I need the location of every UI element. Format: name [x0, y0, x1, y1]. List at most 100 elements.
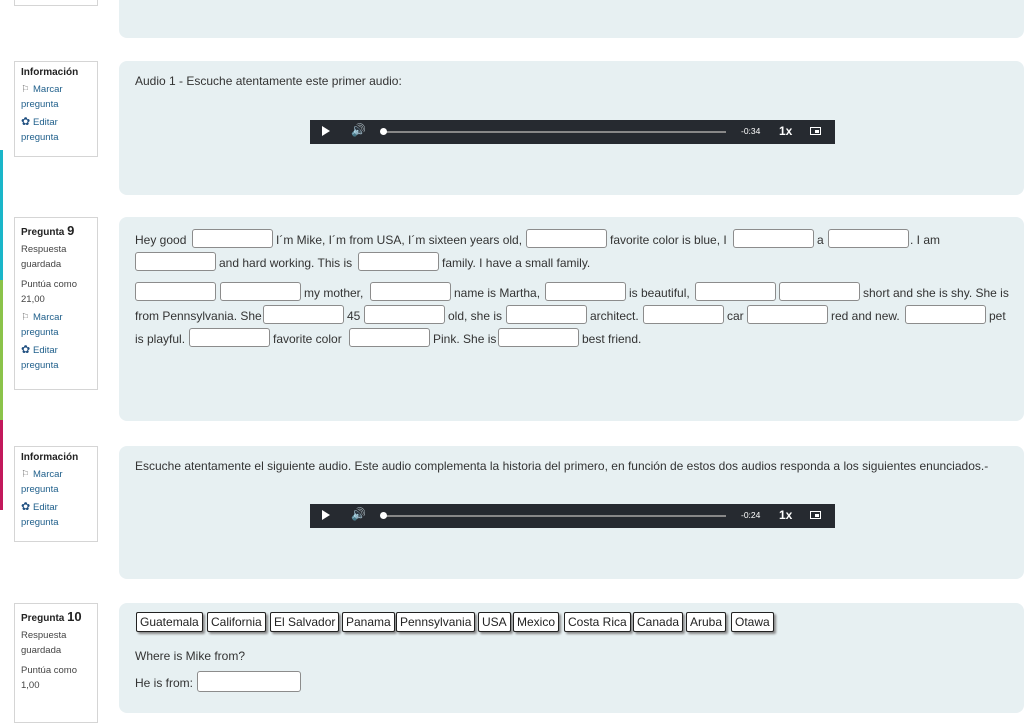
cloze-text: from Pennsylvania. She	[135, 309, 262, 323]
cloze-text: family. I have a small family.	[442, 256, 591, 270]
edit-question-link[interactable]: ✿ Editar pregunta	[21, 115, 91, 145]
cloze-text: name is Martha,	[454, 286, 541, 300]
audio2-text: Escuche atentamente el siguiente audio. …	[135, 459, 989, 473]
question-status: Respuesta guardada	[21, 244, 67, 270]
cloze-text: a	[817, 233, 824, 247]
progress-track[interactable]	[382, 131, 726, 133]
picture-in-picture-icon[interactable]	[810, 127, 821, 135]
flag-question-link[interactable]: ⚐ Marcar pregunta	[21, 310, 91, 340]
question-score: Puntúa como 21,00	[21, 279, 77, 305]
play-icon[interactable]	[322, 510, 330, 520]
gear-icon: ✿	[21, 116, 31, 128]
speed-button[interactable]: 1x	[779, 508, 792, 522]
cloze-blank-17[interactable]	[747, 305, 828, 324]
cloze-blank-6[interactable]	[358, 252, 439, 271]
edit-question-link[interactable]: ✿ Editar pregunta	[21, 500, 91, 530]
cloze-blank-10[interactable]	[545, 282, 626, 301]
cloze-blank-18[interactable]	[905, 305, 986, 324]
edge-accent-cyan	[0, 150, 3, 280]
edge-accent-green	[0, 280, 3, 420]
flag-icon: ⚐	[21, 469, 30, 480]
cloze-text: is beautiful,	[629, 286, 690, 300]
edge-accent-magenta	[0, 420, 3, 510]
cloze-text: car	[727, 309, 744, 323]
progress-track[interactable]	[382, 515, 726, 517]
cloze-blank-9[interactable]	[370, 282, 451, 301]
progress-knob[interactable]	[380, 512, 387, 519]
drag-option[interactable]: Costa Rica	[564, 612, 631, 632]
drag-option[interactable]: USA	[478, 612, 511, 632]
answer-label: He is from:	[135, 676, 194, 690]
cloze-blank-13[interactable]	[263, 305, 344, 324]
cloze-text: Pink. She is	[433, 332, 497, 346]
flag-question-link[interactable]: ⚐ Marcar pregunta	[21, 467, 91, 497]
flag-question-link[interactable]: ⚐ Marcar pregunta	[21, 82, 91, 112]
cloze-text: favorite color is blue, I	[610, 233, 727, 247]
question-title: Pregunta 9	[21, 223, 75, 238]
cloze-text: I´m Mike, I´m from USA, I´m sixteen year…	[276, 233, 523, 247]
cloze-blank-8[interactable]	[220, 282, 301, 301]
audio-player-1[interactable]: 🔊 -0:34 1x	[310, 120, 835, 144]
question-title: Pregunta 10	[21, 609, 82, 624]
cloze-blank-16[interactable]	[643, 305, 724, 324]
drag-option[interactable]: Panama	[342, 612, 395, 632]
volume-icon[interactable]: 🔊	[351, 123, 366, 137]
drag-option[interactable]: Pennsylvania	[396, 612, 476, 632]
cloze-text: architect.	[590, 309, 639, 323]
cloze-text: 45	[347, 309, 361, 323]
cloze-blank-11[interactable]	[695, 282, 776, 301]
cloze-blank-15[interactable]	[506, 305, 587, 324]
cloze-blank-2[interactable]	[526, 229, 607, 248]
cloze-text: Hey good	[135, 233, 187, 247]
cloze-text: pet	[989, 309, 1006, 323]
answer-drop-zone[interactable]	[197, 671, 301, 692]
cloze-blank-3[interactable]	[733, 229, 814, 248]
drag-option[interactable]: Mexico	[513, 612, 560, 632]
info-title: Información	[21, 67, 79, 78]
edit-question-link[interactable]: ✿ Editar pregunta	[21, 343, 91, 373]
flag-icon: ⚐	[21, 84, 30, 95]
drag-option[interactable]: Canada	[633, 612, 684, 632]
info-title: Información	[21, 452, 79, 463]
volume-icon[interactable]: 🔊	[351, 507, 366, 521]
gear-icon: ✿	[21, 501, 31, 513]
cloze-blank-12[interactable]	[779, 282, 860, 301]
cloze-text: . I am	[910, 233, 941, 247]
info-sidebar-2: Información ⚐ Marcar pregunta ✿ Editar pre…	[14, 446, 98, 542]
drag-option[interactable]: El Salvador	[270, 612, 340, 632]
remaining-time: -0:34	[741, 126, 761, 136]
cloze-text: favorite color	[273, 332, 342, 346]
picture-in-picture-icon[interactable]	[810, 511, 821, 519]
drag-option[interactable]: Guatemala	[136, 612, 203, 632]
cloze-text: red and new.	[831, 309, 900, 323]
question-score: Puntúa como 1,00	[21, 665, 77, 691]
flag-icon: ⚐	[21, 312, 30, 323]
play-icon[interactable]	[322, 126, 330, 136]
question-status: Respuesta guardada	[21, 630, 67, 656]
cloze-blank-1[interactable]	[192, 229, 273, 248]
cloze-text: best friend.	[582, 332, 642, 346]
drag-option[interactable]: Otawa	[731, 612, 774, 632]
cloze-blank-20[interactable]	[349, 328, 430, 347]
cloze-blank-14[interactable]	[364, 305, 445, 324]
previous-panel	[119, 0, 1024, 38]
speed-button[interactable]: 1x	[779, 124, 792, 138]
cloze-blank-19[interactable]	[189, 328, 270, 347]
audio1-text: Audio 1 - Escuche atentamente este prime…	[135, 74, 402, 88]
cloze-text: is playful.	[135, 332, 186, 346]
drag-option[interactable]: Aruba	[686, 612, 727, 632]
cloze-text: short and she is shy. She is	[863, 286, 1009, 300]
audio-player-2[interactable]: 🔊 -0:24 1x	[310, 504, 835, 528]
cloze-text: old, she is	[448, 309, 503, 323]
cloze-blank-5[interactable]	[135, 252, 216, 271]
progress-knob[interactable]	[380, 128, 387, 135]
drag-option[interactable]: California	[207, 612, 266, 632]
remaining-time: -0:24	[741, 510, 761, 520]
cloze-text: and hard working. This is	[219, 256, 353, 270]
question-9-sidebar: Pregunta 9 Respuesta guardada Puntúa com…	[14, 217, 98, 390]
question-10-sidebar: Pregunta 10 Respuesta guardada Puntúa co…	[14, 603, 98, 723]
cloze-blank-4[interactable]	[828, 229, 909, 248]
info-sidebar-1: Información ⚐ Marcar pregunta ✿ Editar pre…	[14, 61, 98, 157]
cloze-blank-7[interactable]	[135, 282, 216, 301]
cloze-blank-21[interactable]	[498, 328, 579, 347]
